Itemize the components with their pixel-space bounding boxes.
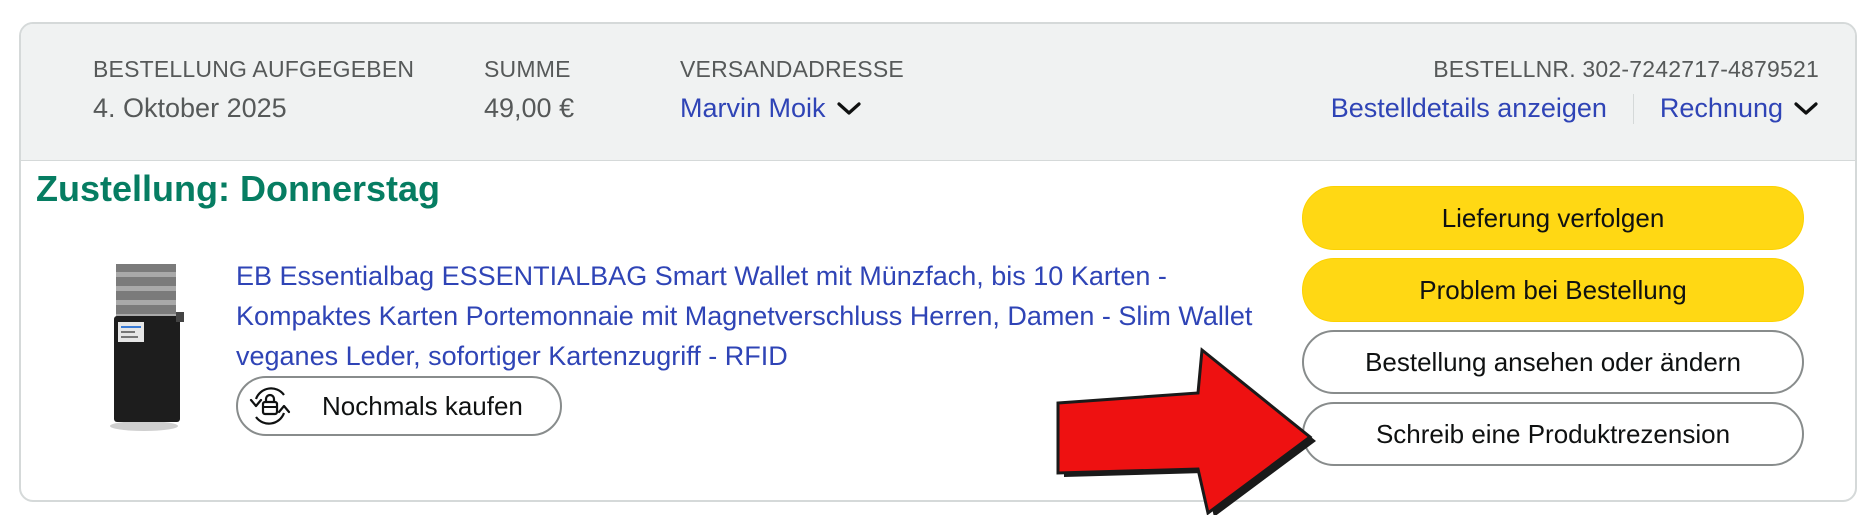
product-image[interactable]: [92, 244, 202, 434]
order-header: BESTELLUNG AUFGEGEBEN 4. Oktober 2025 SU…: [21, 24, 1855, 161]
ship-to-name: Marvin Moik: [680, 93, 826, 123]
order-number: BESTELLNR. 302-7242717-4879521: [1433, 56, 1819, 82]
order-placed-label: BESTELLUNG AUFGEGEBEN: [93, 56, 415, 82]
view-edit-order-button[interactable]: Bestellung ansehen oder ändern: [1302, 330, 1804, 394]
order-total-value: 49,00 €: [484, 93, 575, 123]
ship-to-label: VERSANDADRESSE: [680, 56, 904, 82]
write-review-button[interactable]: Schreib eine Produktrezension: [1302, 402, 1804, 466]
ship-to-block: VERSANDADRESSE Marvin Moik: [680, 56, 904, 124]
order-problem-button[interactable]: Problem bei Bestellung: [1302, 258, 1804, 322]
buy-again-icon: [249, 387, 291, 425]
ship-to-dropdown[interactable]: Marvin Moik: [680, 93, 904, 124]
order-placed-date: 4. Oktober 2025: [93, 93, 287, 123]
chevron-down-icon: [1794, 101, 1818, 115]
invoice-link: Rechnung: [1659, 93, 1783, 123]
buy-again-label: Nochmals kaufen: [322, 390, 523, 421]
annotation-arrow-icon: [1056, 347, 1316, 515]
link-divider: [1632, 93, 1634, 124]
delivery-status: Zustellung: Donnerstag: [36, 168, 440, 209]
track-package-button[interactable]: Lieferung verfolgen: [1302, 186, 1804, 250]
invoice-dropdown[interactable]: Rechnung: [1660, 93, 1819, 124]
order-details-link[interactable]: Bestelldetails anzeigen: [1331, 93, 1607, 124]
chevron-down-icon: [836, 101, 861, 115]
order-placed-block: BESTELLUNG AUFGEGEBEN 4. Oktober 2025: [93, 56, 414, 124]
order-total-label: SUMME: [484, 56, 571, 82]
order-number-block: BESTELLNR. 302-7242717-4879521 Bestellde…: [1331, 56, 1819, 124]
buy-again-button[interactable]: Nochmals kaufen: [236, 376, 562, 436]
order-total-block: SUMME 49,00 €: [484, 56, 574, 124]
